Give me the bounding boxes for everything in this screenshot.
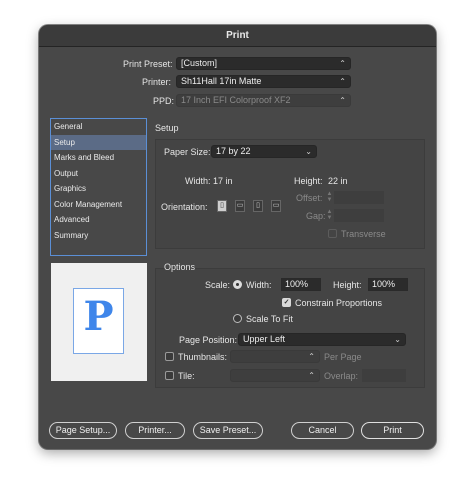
- chevron-down-icon: ⌄: [394, 335, 401, 344]
- reverse-portrait-icon[interactable]: ▯: [253, 200, 263, 212]
- height-label: Height:: [294, 176, 323, 186]
- printer-label: Printer:: [142, 77, 172, 87]
- overlap-label: Overlap:: [324, 371, 359, 381]
- preview-page: P: [73, 288, 124, 354]
- page-setup-button[interactable]: Page Setup...: [49, 422, 117, 439]
- transverse-checkbox[interactable]: [328, 229, 337, 238]
- page-position-select[interactable]: Upper Left ⌄: [238, 333, 406, 346]
- transverse-label: Transverse: [341, 229, 386, 239]
- thumbnails-label: Thumbnails:: [178, 352, 228, 362]
- sidebar-item-summary[interactable]: Summary: [51, 228, 146, 244]
- print-preset-label: Print Preset:: [123, 59, 173, 69]
- printer-button[interactable]: Printer...: [125, 422, 185, 439]
- height-value: 22 in: [328, 176, 348, 186]
- landscape-icon[interactable]: ▭: [235, 200, 245, 212]
- ppd-value: 17 Inch EFI Colorproof XF2: [181, 95, 291, 105]
- sidebar-item-general[interactable]: General: [51, 119, 146, 135]
- chevron-updown-icon: ⌃: [339, 77, 346, 86]
- cancel-button[interactable]: Cancel: [291, 422, 354, 439]
- tile-select[interactable]: ⌃: [230, 369, 320, 382]
- scale-width-field[interactable]: 100%: [281, 278, 321, 291]
- printer-select[interactable]: Sh11Hall 17in Matte ⌃: [176, 75, 351, 88]
- per-page-label: Per Page: [324, 352, 362, 362]
- print-dialog: Print Print Preset: [Custom] ⌃ Printer: …: [39, 25, 436, 449]
- preview-glyph: P: [83, 293, 114, 340]
- chevron-updown-icon: ⌃: [339, 96, 346, 105]
- page-position-label: Page Position:: [179, 335, 238, 345]
- scale-height-label: Height:: [333, 280, 362, 290]
- constrain-proportions-checkbox[interactable]: ✓: [282, 298, 291, 307]
- printer-value: Sh11Hall 17in Matte: [181, 76, 262, 86]
- width-value: 17 in: [213, 176, 233, 186]
- paper-size-label: Paper Size:: [164, 147, 211, 157]
- gap-field[interactable]: [334, 209, 384, 222]
- offset-field[interactable]: [334, 191, 384, 204]
- scale-label: Scale:: [205, 280, 231, 290]
- sidebar-item-marks-and-bleed[interactable]: Marks and Bleed: [51, 150, 146, 166]
- paper-size-select[interactable]: 17 by 22 ⌄: [211, 145, 317, 158]
- chevron-updown-icon: ⌃: [339, 59, 346, 68]
- save-preset-button[interactable]: Save Preset...: [193, 422, 263, 439]
- scale-height-field[interactable]: 100%: [368, 278, 408, 291]
- scale-width-label: Width:: [246, 280, 272, 290]
- reverse-landscape-icon[interactable]: ▭: [271, 200, 281, 212]
- overlap-field[interactable]: [362, 369, 406, 382]
- scale-to-fit-radio[interactable]: [233, 314, 242, 323]
- chevron-down-icon: ⌄: [305, 147, 312, 156]
- thumbnails-checkbox[interactable]: [165, 352, 174, 361]
- constrain-proportions-label: Constrain Proportions: [295, 298, 383, 308]
- setup-heading: Setup: [155, 123, 179, 133]
- gap-stepper[interactable]: ▲ ▼: [326, 209, 333, 221]
- page-position-value: Upper Left: [243, 334, 286, 344]
- sidebar-item-graphics[interactable]: Graphics: [51, 181, 146, 197]
- category-list: General Setup Marks and Bleed Output Gra…: [50, 118, 147, 256]
- sidebar-item-output[interactable]: Output: [51, 166, 146, 182]
- scale-to-fit-label: Scale To Fit: [246, 314, 293, 324]
- ppd-label: PPD:: [153, 96, 175, 106]
- scale-radio[interactable]: [233, 280, 242, 289]
- ppd-select[interactable]: 17 Inch EFI Colorproof XF2 ⌃: [176, 94, 351, 107]
- print-button[interactable]: Print: [361, 422, 424, 439]
- paper-size-value: 17 by 22: [216, 146, 251, 156]
- thumbnails-select[interactable]: ⌃: [230, 350, 320, 363]
- width-label: Width:: [185, 176, 211, 186]
- tile-label: Tile:: [178, 371, 195, 381]
- print-preset-select[interactable]: [Custom] ⌃: [176, 57, 351, 70]
- portrait-icon[interactable]: ▯: [217, 200, 227, 212]
- offset-stepper[interactable]: ▲ ▼: [326, 191, 333, 203]
- options-heading: Options: [164, 262, 196, 272]
- orientation-label: Orientation:: [161, 202, 208, 212]
- print-preset-value: [Custom]: [181, 58, 218, 68]
- chevron-updown-icon: ⌃: [308, 352, 315, 361]
- sidebar-item-advanced[interactable]: Advanced: [51, 212, 146, 228]
- chevron-updown-icon: ⌃: [308, 371, 315, 380]
- page-preview: P: [51, 263, 147, 381]
- sidebar-item-color-management[interactable]: Color Management: [51, 197, 146, 213]
- gap-label: Gap:: [306, 211, 326, 221]
- offset-label: Offset:: [296, 193, 323, 203]
- sidebar-item-setup[interactable]: Setup: [51, 134, 146, 150]
- tile-checkbox[interactable]: [165, 371, 174, 380]
- window-title: Print: [39, 25, 436, 47]
